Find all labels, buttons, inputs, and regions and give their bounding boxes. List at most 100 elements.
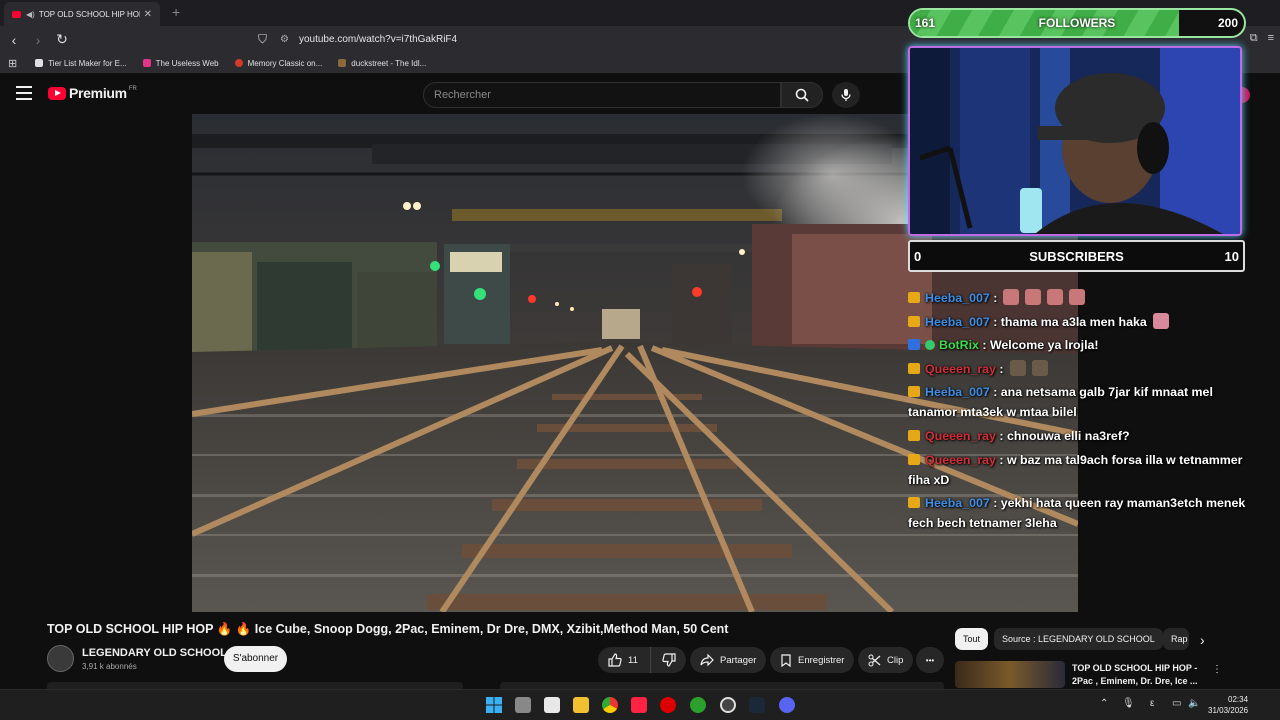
chrome-icon[interactable] [602,697,618,713]
close-tab-icon[interactable]: ✕ [144,9,152,20]
extensions-icon[interactable]: ⧉ [1250,32,1258,45]
task-view-icon[interactable] [515,697,531,713]
opera-icon[interactable] [660,697,676,713]
chip-source[interactable]: Source : LEGENDARY OLD SCHOOL [994,628,1163,650]
chat-message: Queeen_ray : w baz ma tal9ach forsa illa… [908,450,1250,490]
browser-tab[interactable]: ◀) TOP OLD SCHOOL HIP HOP 🔥 ✕ [4,2,160,26]
chat-message: Heeba_007 : thama ma a3la men haka [908,312,1250,332]
voice-search-button[interactable] [832,82,860,108]
crown-badge-icon [908,453,920,465]
chip-all[interactable]: Tout [955,628,989,650]
more-actions-button[interactable]: ••• [916,647,944,673]
subscribers-label: SUBSCRIBERS [1029,249,1124,264]
store-icon[interactable] [544,697,560,713]
bookmark-favicon-icon [338,59,347,67]
chat-emote-icon [1003,289,1020,305]
site-info-icon[interactable]: ⚙ [280,34,289,45]
tray-mic-icon[interactable]: 🎙 [1122,698,1135,709]
youtube-favicon-icon [12,10,21,18]
back-button[interactable]: ‹ [4,32,24,48]
chat-emote-icon [1009,359,1026,376]
search-input[interactable]: Rechercher [423,82,781,108]
obs-icon[interactable] [720,697,736,713]
chat-message: Heeba_007 : [908,288,1250,308]
bookmark-save-icon [781,653,791,667]
apps-grid-icon[interactable]: ⊞ [8,57,17,70]
file-explorer-icon[interactable] [573,697,589,713]
discord-icon[interactable] [779,697,795,713]
chat-username: Queeen_ray [925,452,996,467]
forward-button[interactable]: › [28,32,48,48]
address-bar[interactable]: ⚙ youtube.com/watch?v=i7thGakRiF4 [280,30,920,49]
reload-button[interactable]: ↻ [52,31,72,48]
search-button[interactable] [781,82,823,108]
youtube-logo[interactable]: Premium FR [48,85,137,101]
subscribers-goal-bar: 0 SUBSCRIBERS 10 [908,240,1245,272]
hamburger-menu-icon[interactable] [16,86,32,100]
recommended-video-thumbnail[interactable] [955,661,1065,688]
recommended-video-title[interactable]: TOP OLD SCHOOL HIP HOP - 2Pac , Eminem, … [1072,662,1202,688]
streamer-webcam [908,46,1242,236]
crown-badge-icon [908,315,920,327]
like-count: 11 [628,654,638,666]
channel-avatar[interactable] [47,645,74,672]
brave-icon[interactable] [631,697,647,713]
verified-check-icon [925,340,935,351]
chat-text: : [995,361,1004,376]
dislike-button[interactable] [650,647,686,673]
system-clock[interactable]: 02:34 31/03/2026 [1208,694,1248,716]
youtube-play-icon [48,86,66,100]
steam-icon[interactable] [749,697,765,713]
thumbs-down-icon [661,653,676,667]
share-button[interactable]: Partager [690,647,767,673]
subscribers-goal: 10 [1224,249,1239,264]
bookmark-favicon-icon [35,59,44,67]
chat-text: : chnouwa elli na3ref? [995,428,1130,443]
chat-username: Queeen_ray [925,428,996,443]
microphone-icon [841,89,851,101]
webcam-frame [910,48,1240,234]
windows-start-icon[interactable] [486,697,502,713]
crown-badge-icon [908,429,920,441]
tray-chevron-icon[interactable]: ⌃ [1100,698,1108,709]
speaker-icon[interactable]: ◀) [26,10,35,19]
bookmark-item[interactable]: Memory Classic on... [234,59,322,68]
chip-rap[interactable]: Rap [1163,628,1189,650]
chat-username: Queeen_ray [925,361,996,376]
recommended-more-icon[interactable]: ⋮ [1212,664,1222,675]
bookmark-item[interactable]: duckstreet - The Idl... [338,59,426,68]
followers-label: FOLLOWERS [1038,16,1116,30]
video-title: TOP OLD SCHOOL HIP HOP 🔥 🔥 Ice Cube, Sno… [47,622,729,636]
chat-message: Queeen_ray : [908,359,1250,379]
bookmark-favicon-icon [142,59,151,67]
crown-badge-icon [908,497,920,509]
chat-message: BotRix : Welcome ya lrojla! [908,335,1250,355]
chips-next-arrow-icon[interactable]: › [1200,632,1205,648]
chat-username: Heeba_007 [925,314,990,329]
input-language[interactable]: ε [1150,698,1154,709]
scissors-icon [868,654,881,666]
volume-icon[interactable]: 🔈 [1188,698,1200,709]
chat-username: Heeba_007 [925,385,990,400]
save-button[interactable]: Enregistrer [770,647,855,673]
windows-taskbar: ⌃ 🎙 ε ▭ 🔈 02:34 31/03/2026 [0,689,1280,720]
xbox-icon[interactable] [690,697,706,713]
crown-badge-icon [908,386,920,398]
chat-message: Queeen_ray : chnouwa elli na3ref? [908,426,1250,446]
bookmark-item[interactable]: The Useless Web [142,59,219,68]
new-tab-button[interactable]: + [172,4,180,20]
clip-button[interactable]: Clip [858,647,914,673]
like-button[interactable]: 11 [598,647,650,673]
menu-icon[interactable]: ≡ [1268,32,1274,45]
thumbs-up-icon [608,653,622,667]
channel-name[interactable]: LEGENDARY OLD SCHOOL [82,647,227,659]
chat-emote-icon [1152,312,1169,329]
url-text: youtube.com/watch?v=i7thGakRiF4 [298,34,458,45]
bookmark-item[interactable]: Tier List Maker for E... [35,59,127,68]
subscribe-button[interactable]: S'abonner [224,646,287,672]
chat-emote-icon [1047,289,1064,305]
chat-emote-icon [1069,289,1086,305]
bookmark-icon[interactable]: ⛉ [258,32,267,47]
chat-username: Heeba_007 [925,496,990,511]
network-icon[interactable]: ▭ [1172,698,1181,709]
